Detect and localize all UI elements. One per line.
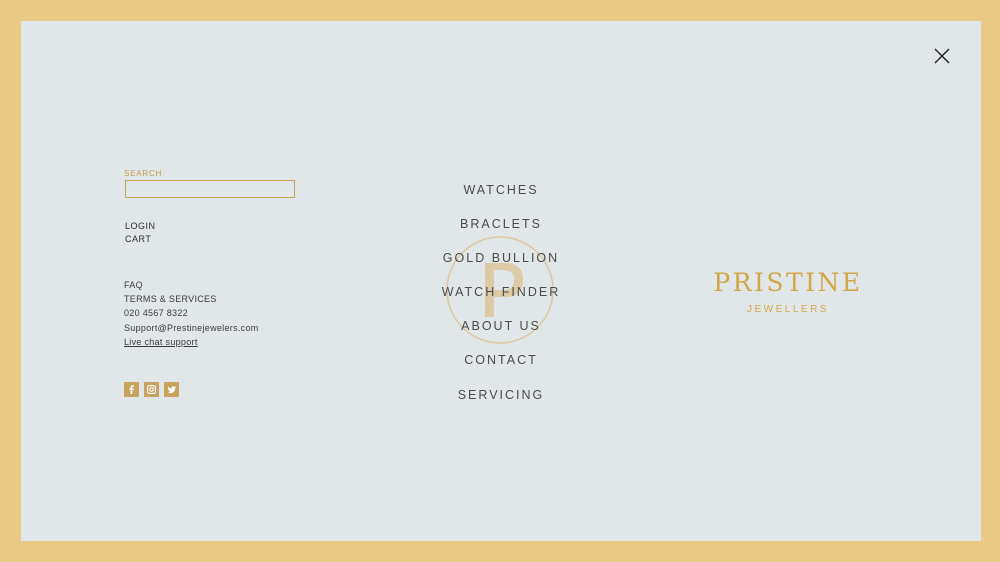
nav-servicing[interactable]: SERVICING xyxy=(401,388,601,402)
twitter-icon[interactable] xyxy=(164,382,179,397)
nav-braclets[interactable]: BRACLETS xyxy=(401,217,601,231)
nav-about-us[interactable]: ABOUT US xyxy=(401,319,601,333)
nav-watch-finder[interactable]: WATCH FINDER xyxy=(401,285,601,299)
search-input[interactable] xyxy=(125,180,295,198)
menu-overlay: SEARCH LOGIN CART FAQ TERMS & SERVICES 0… xyxy=(21,21,981,541)
instagram-icon[interactable] xyxy=(144,382,159,397)
nav-gold-bullion[interactable]: GOLD BULLION xyxy=(401,251,601,265)
phone-number: 020 4567 8322 xyxy=(124,308,188,318)
facebook-icon[interactable] xyxy=(124,382,139,397)
nav-contact[interactable]: CONTACT xyxy=(401,353,601,367)
brand-name: PRISTINE xyxy=(713,268,863,297)
brand-logo[interactable]: PRISTINE JEWELLERS xyxy=(691,268,885,315)
support-email[interactable]: Support@Prestinejewelers.com xyxy=(124,323,259,333)
close-icon[interactable] xyxy=(932,46,952,66)
login-link[interactable]: LOGIN xyxy=(125,221,156,231)
nav-watches[interactable]: WATCHES xyxy=(401,183,601,197)
search-label: SEARCH xyxy=(124,169,163,178)
brand-subtitle: JEWELLERS xyxy=(747,304,829,315)
faq-link[interactable]: FAQ xyxy=(124,280,143,290)
terms-link[interactable]: TERMS & SERVICES xyxy=(124,294,217,304)
live-chat-link[interactable]: Live chat support xyxy=(124,337,198,347)
cart-link[interactable]: CART xyxy=(125,234,151,244)
